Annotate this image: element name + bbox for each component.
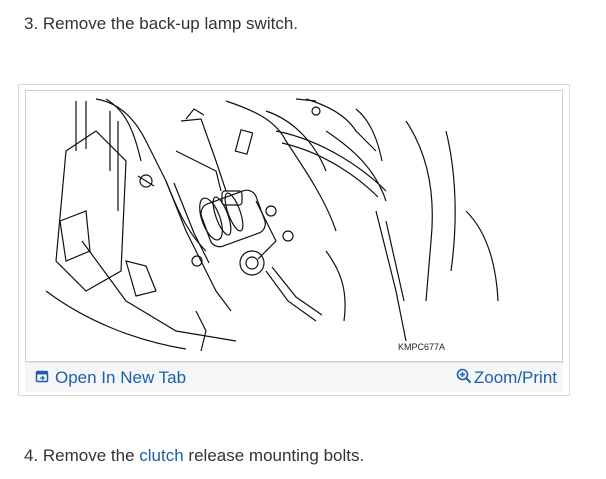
zoom-print-label: Zoom/Print — [473, 368, 557, 387]
step-4-prefix: 4. Remove the — [24, 446, 140, 465]
step-4-instruction: 4. Remove the clutch release mounting bo… — [24, 445, 364, 467]
clutch-assembly-illustration — [45, 98, 499, 352]
zoom-print-button[interactable]: Zoom/Print — [456, 367, 557, 389]
magnifier-plus-icon — [456, 368, 472, 389]
figure-image[interactable]: KMPC677A — [25, 90, 563, 362]
figure-card: KMPC677A Open In New Tab Zoom/Print — [18, 84, 570, 396]
open-in-new-tab-button[interactable]: Open In New Tab — [35, 367, 186, 389]
figure-toolbar: Open In New Tab Zoom/Print — [25, 362, 563, 392]
step-4-suffix: release mounting bolts. — [183, 446, 365, 465]
step-3-instruction: 3. Remove the back-up lamp switch. — [24, 14, 299, 33]
figure-code: KMPC677A — [398, 342, 446, 352]
clutch-link[interactable]: clutch — [139, 446, 183, 465]
open-in-new-tab-label: Open In New Tab — [55, 368, 187, 387]
open-in-new-tab-icon — [35, 368, 49, 388]
